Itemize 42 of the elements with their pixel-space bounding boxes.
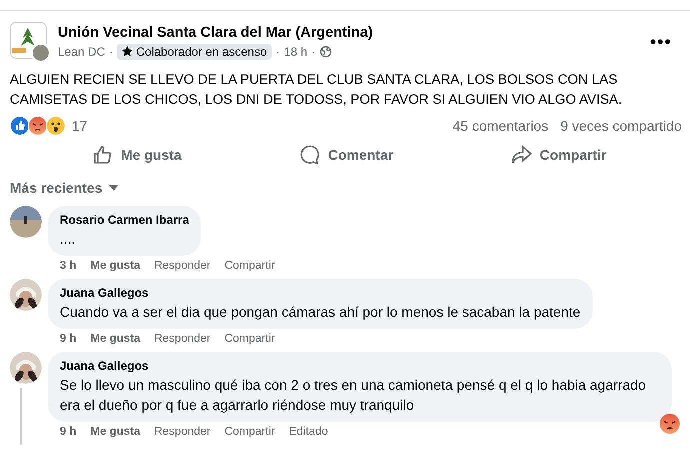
comment-text: Se lo llevo un masculino qué iba con 2 o tres en una camioneta pensé q el q lo habia agarrado era el dueño por q fue a agarrarlo riéndose muy tranquilo bbox=[60, 376, 648, 415]
thumbs-up-icon bbox=[93, 145, 114, 165]
comment-count[interactable]: 45 comentarios bbox=[452, 118, 549, 134]
comment-time[interactable]: 9 h bbox=[60, 333, 77, 345]
share-arrow-icon bbox=[512, 145, 532, 165]
caret-icon bbox=[108, 185, 119, 191]
comment-action-link[interactable]: Responder bbox=[154, 426, 211, 438]
comment-text: .... bbox=[60, 230, 77, 249]
comment-action-link[interactable]: Compartir bbox=[224, 426, 276, 438]
separator-dot: · bbox=[276, 44, 280, 58]
comment-action-link[interactable]: Me gusta bbox=[90, 333, 140, 345]
group-name[interactable]: Unión Vecinal Santa Clara del Mar (Argentina) bbox=[58, 24, 374, 40]
comment-action-link[interactable]: Me gusta bbox=[90, 426, 140, 438]
group-logo bbox=[10, 22, 50, 62]
contributor-badge: Colaborador en ascenso bbox=[117, 44, 272, 60]
globe-icon bbox=[320, 46, 332, 58]
comment-time[interactable]: 9 h bbox=[60, 426, 77, 438]
post-text: ALGUIEN RECIEN SE LLEVO DE LA PUERTA DEL CLUB SANTA CLARA, LOS BOLSOS CON LAS CAMISETAS DE LOS CHICOS, LOS DNI DE TODOSS, POR FAVOR SI ALGUIEN VIO ALGO AVISA. bbox=[10, 71, 624, 109]
sort-dropdown[interactable]: Más recientes bbox=[10, 174, 119, 206]
commenter-name[interactable]: Juana Gallegos bbox=[60, 286, 581, 300]
comment-action-link[interactable]: Compartir bbox=[224, 260, 276, 272]
author-name[interactable]: Lean DC bbox=[58, 44, 106, 58]
like-button[interactable]: Me gusta bbox=[85, 141, 190, 169]
comment-action-link[interactable]: Responder bbox=[154, 260, 211, 272]
comment-action-link[interactable]: Me gusta bbox=[90, 260, 140, 272]
share-button[interactable]: Compartir bbox=[504, 141, 615, 169]
share-count[interactable]: 9 veces compartido bbox=[560, 118, 682, 134]
comment-action-link[interactable]: Compartir bbox=[224, 333, 276, 345]
comment-time[interactable]: 3 h bbox=[60, 260, 77, 272]
commenter-name[interactable]: Rosario Carmen Ibarra bbox=[60, 213, 190, 227]
comment-button[interactable]: Comentar bbox=[292, 141, 402, 169]
comment-action-link[interactable]: Responder bbox=[154, 333, 211, 345]
commenter-name[interactable]: Juana Gallegos bbox=[60, 359, 660, 373]
separator-dot: · bbox=[312, 44, 316, 58]
post-time[interactable]: 18 h bbox=[284, 44, 308, 58]
edited-label: Editado bbox=[289, 426, 328, 438]
more-options-icon[interactable]: ••• bbox=[650, 32, 672, 52]
separator-dot: · bbox=[109, 44, 114, 58]
comment-text: Cuando va a ser el dia que pongan cámaras ahí por lo menos le sacaban la patente bbox=[60, 303, 581, 322]
star-icon bbox=[122, 46, 134, 57]
speech-bubble-icon bbox=[300, 145, 320, 165]
reaction-count[interactable]: 17 bbox=[72, 118, 88, 134]
